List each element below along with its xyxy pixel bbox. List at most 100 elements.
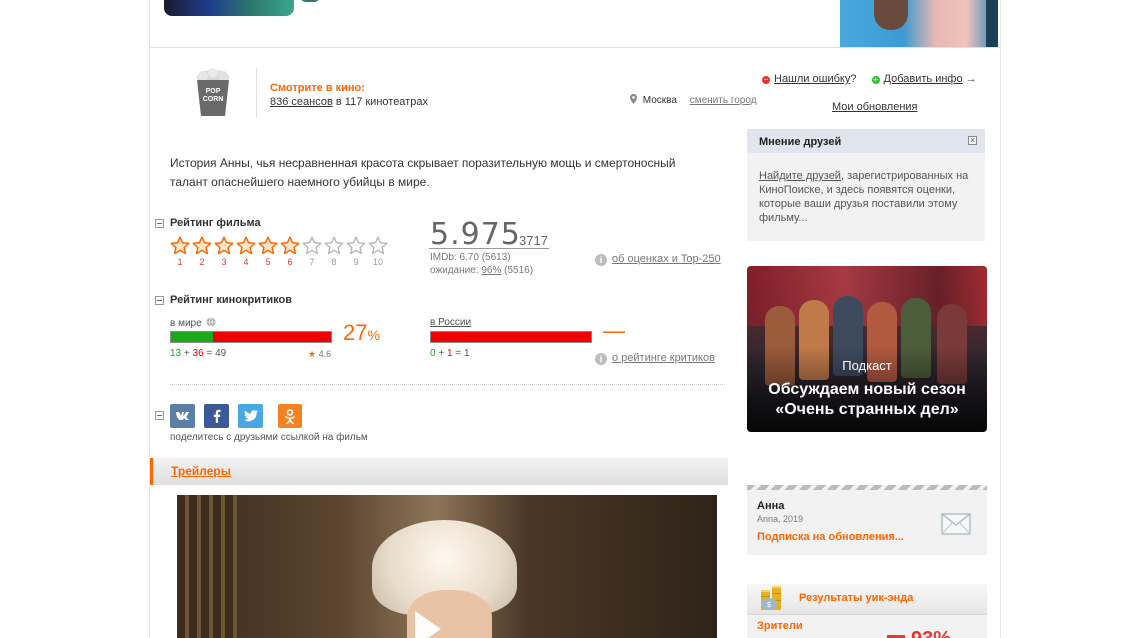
ad-photo-edge	[986, 0, 998, 47]
critics-russia-total: 1	[463, 348, 470, 359]
add-info-link[interactable]: Добавить инфо	[884, 73, 963, 85]
rating-underline	[429, 248, 549, 249]
trailers-header: Трейлеры	[150, 458, 728, 485]
facebook-share-button[interactable]	[204, 404, 229, 428]
film-original-title: Anna, 2019	[757, 514, 804, 524]
trailers-link[interactable]: Трейлеры	[171, 464, 231, 478]
city-selector: Москва сменить город	[630, 94, 757, 106]
friends-opinion-widget: Мнение друзей × Найдите друзей, зарегист…	[747, 129, 985, 241]
section-divider	[170, 384, 725, 385]
ad-photo	[840, 0, 998, 47]
rating-star-6[interactable]: 6	[280, 236, 302, 267]
critics-world-positive: 13	[170, 348, 182, 359]
critics-info[interactable]: i о рейтинге критиков	[595, 352, 715, 365]
ratings-info-link[interactable]: об оценках и Top-250	[612, 253, 721, 265]
rating-star-number: 3	[221, 257, 227, 267]
seances-link[interactable]: 836 сеансов	[270, 96, 333, 108]
my-updates[interactable]: Мои обновления	[832, 101, 918, 113]
collapse-critics-toggle[interactable]	[155, 296, 164, 305]
critics-russia-link[interactable]: в России	[430, 317, 471, 328]
subscribe-link[interactable]: Подписка на обновления...	[757, 531, 904, 543]
rating-star-number: 9	[353, 257, 359, 267]
expectation-value[interactable]: 96%	[481, 265, 501, 276]
podcast-title: Обсуждаем новый сезон «Очень странных дел…	[747, 380, 987, 420]
change-city-link[interactable]: сменить город	[690, 95, 757, 106]
ratings-info[interactable]: i об оценках и Top-250	[595, 253, 721, 266]
mail-icon[interactable]	[941, 513, 971, 535]
my-updates-link[interactable]: Мои обновления	[832, 101, 918, 113]
share-caption: поделитесь с друзьями ссылкой на фильм	[170, 432, 368, 443]
rating-votes[interactable]: 3717	[519, 233, 548, 248]
ok-share-button[interactable]	[278, 404, 302, 428]
report-error-link[interactable]: Нашли ошибку	[774, 73, 850, 85]
star-icon	[192, 236, 212, 255]
rating-star-number: 7	[309, 257, 315, 267]
podcast-title-line-1: Обсуждаем новый сезон	[768, 381, 966, 398]
viewers-label: Зрители	[757, 620, 803, 632]
critics-russia-positive: 0	[430, 348, 436, 359]
critics-russia-counts: 0 + 1 = 1	[430, 348, 470, 359]
critics-russia-label[interactable]: в России	[430, 317, 471, 328]
city-name: Москва	[642, 95, 677, 106]
friends-header: Мнение друзей	[747, 129, 985, 153]
play-icon[interactable]	[415, 611, 441, 638]
critics-russia-bar	[430, 331, 592, 343]
cinema-title: Смотрите в кино:	[270, 82, 365, 94]
video-frame-background	[177, 495, 237, 638]
svg-text:CORN: CORN	[203, 96, 224, 103]
rating-star-8[interactable]: 8	[324, 236, 346, 267]
friends-title: Мнение друзей	[759, 136, 842, 148]
collapse-share-toggle[interactable]	[155, 411, 164, 420]
rating-star-2[interactable]: 2	[192, 236, 214, 267]
critics-title: Рейтинг кинокритиков	[170, 294, 292, 306]
podcast-promo-card[interactable]: Подкаст Обсуждаем новый сезон «Очень стра…	[747, 266, 987, 432]
critics-world-percent-value: 27	[343, 320, 368, 345]
critics-world-text: в мире	[170, 318, 202, 329]
popcorn-icon: POP CORN	[197, 68, 229, 116]
collapse-rating-toggle[interactable]	[155, 219, 164, 228]
rating-star-9[interactable]: 9	[346, 236, 368, 267]
add-icon: +	[871, 75, 880, 84]
star-icon	[280, 236, 300, 255]
expectation-label: ожидание:	[430, 265, 479, 276]
vk-share-button[interactable]	[170, 404, 195, 428]
star-icon	[346, 236, 366, 255]
close-icon[interactable]: ×	[968, 136, 977, 145]
critics-world-score-value: 4.6	[318, 349, 332, 359]
film-description: История Анны, чья несравненная красота с…	[170, 156, 676, 189]
star-icon	[258, 236, 278, 255]
critics-info-link[interactable]: о рейтинге критиков	[612, 352, 715, 364]
widget-stripe	[747, 485, 987, 490]
rating-star-number: 2	[199, 257, 205, 267]
rating-star-5[interactable]: 5	[258, 236, 280, 267]
rating-star-7[interactable]: 7	[302, 236, 324, 267]
error-icon: −	[762, 75, 770, 84]
rating-star-number: 8	[331, 257, 337, 267]
sidebar-actions: − Нашли ошибку? + Добавить инфо →	[762, 73, 977, 85]
rating-star-number: 6	[287, 257, 293, 267]
rating-value[interactable]: 5.975	[430, 217, 521, 252]
weekend-title[interactable]: Результаты уик-энда	[799, 592, 913, 604]
critics-world-percent-unit: %	[367, 327, 380, 343]
star-icon	[170, 236, 190, 255]
star-icon	[368, 236, 388, 255]
imdb-rating: IMDb: 6.70 (5613)	[430, 252, 511, 263]
rating-star-1[interactable]: 1	[170, 236, 192, 267]
ad-phone-image	[164, 0, 294, 16]
star-small-icon: ★	[308, 349, 317, 359]
rating-star-4[interactable]: 4	[236, 236, 258, 267]
podcast-title-line-2: «Очень странных дел»	[775, 401, 959, 418]
find-friends-link[interactable]: Найдите друзей	[759, 170, 841, 182]
critics-world-total: 49	[215, 348, 227, 359]
trailer-video-player[interactable]	[177, 495, 717, 638]
viewers-percent-value: 93%	[911, 628, 951, 638]
rating-star-number: 4	[243, 257, 249, 267]
critics-world-label: в мире	[170, 317, 216, 329]
rating-star-10[interactable]: 10	[368, 236, 390, 267]
ad-phone-image-secondary	[300, 0, 320, 2]
critics-world-bar	[170, 331, 332, 343]
rating-star-3[interactable]: 3	[214, 236, 236, 267]
twitter-share-button[interactable]	[238, 404, 263, 428]
podcast-label: Подкаст	[842, 358, 892, 373]
ad-banner[interactable]	[150, 0, 1000, 48]
